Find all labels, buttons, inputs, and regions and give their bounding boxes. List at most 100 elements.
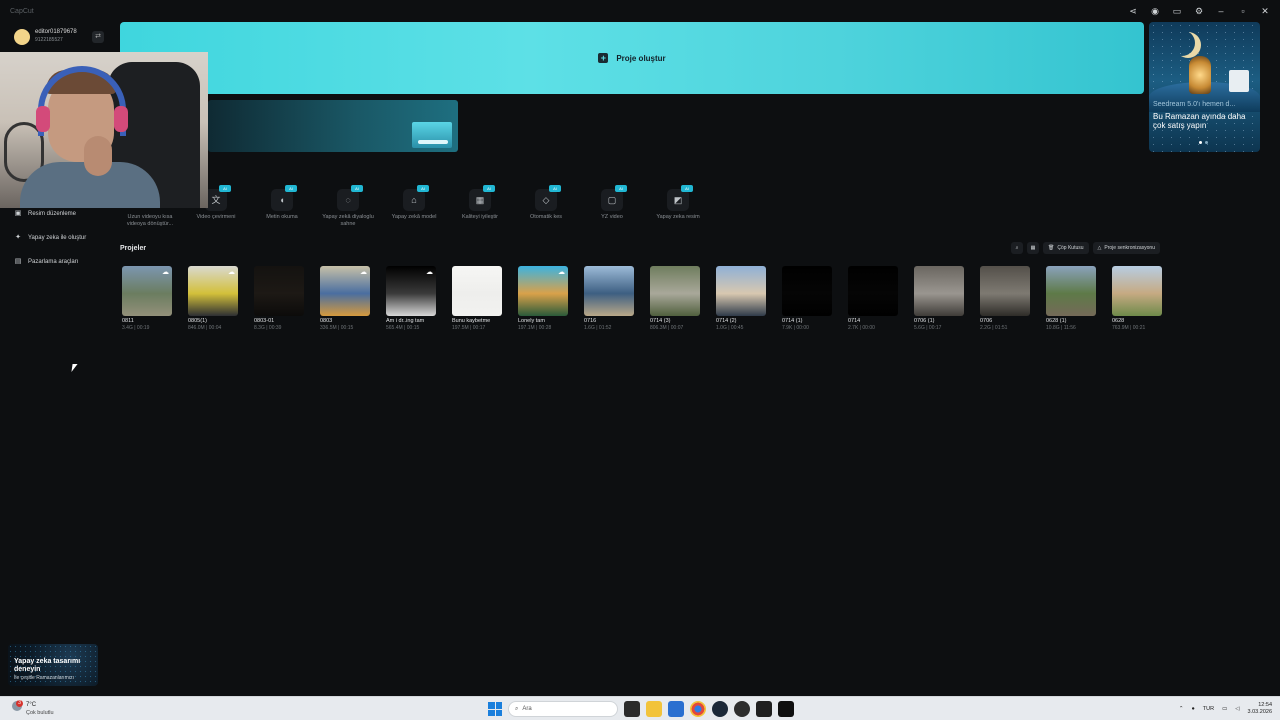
project-item[interactable]: 0714 (3) 806.3M | 00:07 [650,266,700,332]
carousel-dots[interactable] [1199,141,1208,144]
share-icon[interactable]: ⋖ [1128,6,1138,16]
language-indicator[interactable]: TUR [1203,706,1214,712]
ai-badge: AI [417,185,429,192]
project-thumbnail[interactable] [1046,266,1096,316]
project-thumbnail[interactable] [650,266,700,316]
project-thumbnail[interactable] [584,266,634,316]
project-meta: 10.8G | 11:56 [1046,325,1076,331]
tool-ai-dialog-scene[interactable]: ◌ AI Yapay zekâ diyaloglu sahne [318,185,378,236]
carousel-dot[interactable] [1199,141,1202,144]
view-toggle-icon[interactable]: ▦ [1027,242,1040,254]
sidebar-item-ai-create[interactable]: ✦ Yapay zeka ile oluştur [14,230,86,246]
ai-design-promo[interactable]: Yapay zeka tasarımı deneyin İle çeşitle … [8,644,98,686]
project-item[interactable]: 0803-01 8.3G | 00:39 [254,266,304,332]
tool-enhance-quality[interactable]: ▦ AI Kaliteyi iyileştir [450,185,510,236]
project-item[interactable]: 0716 1.6G | 01:52 [584,266,634,332]
project-thumbnail[interactable] [254,266,304,316]
project-item[interactable]: ☁ 0805(1) 846.0M | 00:04 [188,266,238,332]
game-icon[interactable] [734,701,750,717]
tool-ai-video[interactable]: ▢ AI YZ video [582,185,642,236]
trash-button[interactable]: 🗑 Çöp Kutusu [1043,242,1089,254]
project-meta: 2.7K | 00:00 [848,325,875,331]
taskbar-search[interactable]: ⌕ Ara [508,701,618,717]
voice-icon: ◖ [271,189,293,211]
project-thumbnail[interactable]: ☁ [188,266,238,316]
project-item[interactable]: 0714 (1) 7.9K | 00:00 [782,266,832,332]
project-item[interactable]: Bunu kaybetme 197.5M | 00:17 [452,266,502,332]
minimize-icon[interactable]: – [1216,6,1226,16]
project-name: 0803-01 [254,318,275,324]
steam-icon[interactable] [712,701,728,717]
project-thumbnail[interactable] [980,266,1030,316]
ai-badge: AI [681,185,693,192]
windows-start-icon[interactable] [488,702,502,716]
tool-ai-image[interactable]: ◩ AI Yapay zeka resim [648,185,708,236]
project-thumbnail[interactable]: ☁ [518,266,568,316]
project-item[interactable]: 0714 (2) 1.0G | 00:45 [716,266,766,332]
project-thumbnail[interactable]: ☁ [320,266,370,316]
project-thumbnail[interactable] [716,266,766,316]
project-item[interactable]: 0628 763.9M | 00:21 [1112,266,1162,332]
system-tray: ⌃ ● TUR ▭ ◁ 12:54 3.03.2026 [1179,700,1272,718]
network-icon[interactable]: ▭ [1222,706,1227,712]
trash-icon: 🗑 [1048,245,1055,251]
feature-banner[interactable] [208,100,458,152]
files-icon[interactable] [624,701,640,717]
tool-text-to-speech[interactable]: ◖ AI Metin okuma [252,185,312,236]
chrome-icon[interactable] [690,701,706,717]
project-item[interactable]: ☁ 0803 336.5M | 00:15 [320,266,370,332]
sidebar-item-marketing[interactable]: ▤ Pazarlama araçları [14,254,79,270]
explorer-icon[interactable] [646,701,662,717]
tool-ai-model[interactable]: ⌂ AI Yapay zekâ model [384,185,444,236]
project-thumbnail[interactable]: ☁ [122,266,172,316]
account[interactable]: editor01879678 9122185527 ⇄ [12,24,108,50]
project-item[interactable]: ☁ 0811 3.4G | 00:19 [122,266,172,332]
settings-icon[interactable]: ⚙ [1194,6,1204,16]
terminal-icon[interactable] [756,701,772,717]
project-thumbnail[interactable] [452,266,502,316]
projects-grid: ☁ 0811 3.4G | 00:19 ☁ 0805(1) 846.0M | 00:04 0… [122,266,1182,336]
weather-widget[interactable]: 3 7°C Çok bulutlu [12,700,72,718]
project-item[interactable]: 0706 2.2G | 01:51 [980,266,1030,332]
project-thumbnail[interactable]: ☁ [386,266,436,316]
main-content: + Proje oluştur Seedream 5.0'ı hemen d..… [112,20,1280,696]
tool-label: YZ video [601,214,623,220]
project-item[interactable]: 0714 2.7K | 00:00 [848,266,898,332]
project-thumbnail[interactable] [1112,266,1162,316]
create-project-label: Proje oluştur [616,53,666,63]
help-icon[interactable]: ◉ [1150,6,1160,16]
project-thumbnail[interactable] [848,266,898,316]
project-meta: 846.0M | 00:04 [188,325,222,331]
clock[interactable]: 12:54 3.03.2026 [1248,702,1272,716]
close-icon[interactable]: ✕ [1260,6,1270,16]
avatar[interactable] [14,29,30,45]
project-thumbnail[interactable] [782,266,832,316]
chevron-up-icon[interactable]: ⌃ [1179,706,1184,712]
carousel-dot[interactable] [1205,141,1208,144]
project-item[interactable]: ☁ Lonely tam 197.1M | 00:28 [518,266,568,332]
ramadan-ad-card[interactable]: Seedream 5.0'ı hemen d... Bu Ramazan ayı… [1149,22,1260,152]
switch-account-icon[interactable]: ⇄ [92,31,104,43]
store-icon[interactable] [668,701,684,717]
project-item[interactable]: 0706 (1) 5.6G | 00:17 [914,266,964,332]
person-hand [84,136,112,176]
tool-label: Yapay zekâ model [391,214,437,220]
shopping-bag-illustration [1229,70,1249,92]
sidebar-item-image-edit[interactable]: ▣ Resim düzenleme [14,206,76,222]
maximize-icon[interactable]: ▫ [1238,6,1248,16]
project-meta: 8.3G | 00:39 [254,325,282,331]
projects-actions: ⌕ ▦ 🗑 Çöp Kutusu △ Proje senkronizasyonu [1011,242,1160,254]
project-sync-button[interactable]: △ Proje senkronizasyonu [1092,242,1160,254]
mic-icon[interactable]: ● [1191,706,1194,712]
layout-icon[interactable]: ▭ [1172,6,1182,16]
search-icon[interactable]: ⌕ [1011,242,1024,254]
project-item[interactable]: 0628 (1) 10.8G | 11:56 [1046,266,1096,332]
project-thumbnail[interactable] [914,266,964,316]
tool-auto-cut[interactable]: ◇ AI Otomatik kes [516,185,576,236]
create-project-button[interactable]: + Proje oluştur [120,22,1144,94]
ai-badge: AI [351,185,363,192]
volume-icon[interactable]: ◁ [1235,706,1239,712]
project-name: 0714 [848,318,861,324]
capcut-icon[interactable] [778,701,794,717]
project-item[interactable]: ☁ Am i dr..ing tam 565.4M | 00:15 [386,266,436,332]
